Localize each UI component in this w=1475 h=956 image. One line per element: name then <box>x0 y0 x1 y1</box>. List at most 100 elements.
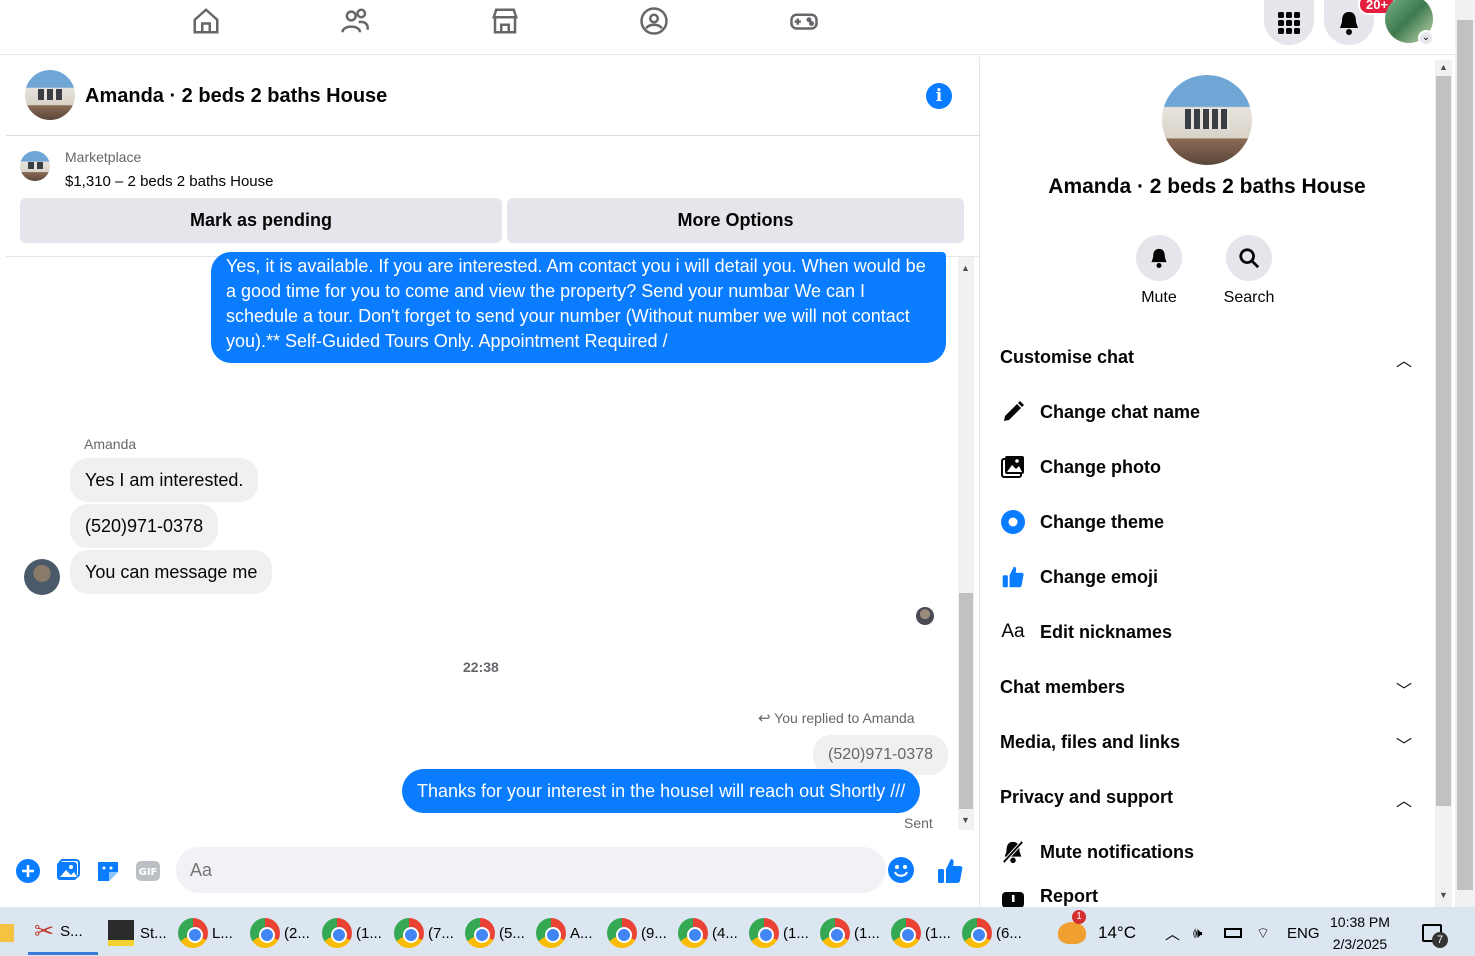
taskbar-chrome[interactable]: (5... <box>465 911 527 955</box>
language-indicator[interactable]: ENG <box>1287 911 1320 955</box>
scroll-down-icon[interactable]: ▼ <box>1439 890 1448 900</box>
taskbar-chrome[interactable]: A... <box>536 911 598 955</box>
edit-nicknames-item[interactable]: Aa Edit nicknames <box>1000 617 1172 647</box>
message-input[interactable] <box>176 847 886 893</box>
chat-title[interactable]: Amanda · 2 beds 2 baths House <box>85 85 387 108</box>
panel-avatar[interactable] <box>1162 75 1252 165</box>
seen-avatar <box>916 607 934 625</box>
taskbar-chrome[interactable]: (6... <box>962 911 1024 955</box>
taskbar-app-snipping[interactable]: ✂ S... <box>28 911 98 955</box>
taskbar-chrome[interactable]: (1... <box>891 911 953 955</box>
chat-avatar[interactable] <box>25 70 75 120</box>
scroll-up-icon[interactable]: ▲ <box>961 263 970 273</box>
wifi-icon[interactable]: ⌔ <box>1256 911 1270 955</box>
change-emoji-item[interactable]: Change emoji <box>1000 562 1158 592</box>
panel-scrollbar-thumb[interactable] <box>1436 76 1451 806</box>
gif-icon[interactable]: GIF <box>134 857 162 885</box>
home-icon[interactable] <box>189 4 223 38</box>
tray-chevron-icon[interactable]: ︿ <box>1165 911 1180 955</box>
search-icon <box>1239 248 1260 269</box>
clock[interactable]: 10:38 PM 2/3/2025 <box>1330 911 1390 955</box>
volume-icon[interactable]: 🕪 <box>1193 911 1202 955</box>
menu-grid-button[interactable] <box>1264 0 1314 45</box>
taskbar-chrome[interactable]: (1... <box>820 911 882 955</box>
mute-button[interactable] <box>1136 235 1182 281</box>
mute-notifications-item[interactable]: Mute notifications <box>1000 837 1194 867</box>
weather-badge: 1 <box>1072 910 1086 924</box>
sender-avatar[interactable] <box>24 559 60 595</box>
message-bubble-incoming[interactable]: (520)971-0378 <box>70 504 219 548</box>
chat-window: Amanda · 2 beds 2 baths House i Marketpl… <box>6 57 980 907</box>
friends-icon[interactable] <box>338 4 372 38</box>
reply-arrow-icon: ↩ <box>758 710 771 727</box>
taskbar-chrome[interactable]: (1... <box>749 911 811 955</box>
listing-thumbnail[interactable] <box>20 151 50 181</box>
message-bubble-outgoing[interactable]: Thanks for your interest in the houseI w… <box>402 769 921 813</box>
taskbar-chrome[interactable]: (2... <box>250 911 312 955</box>
scroll-up-icon[interactable]: ▲ <box>1439 62 1448 72</box>
section-customise-chat[interactable]: Customise chat <box>1000 347 1134 368</box>
notification-center-icon[interactable]: 7 <box>1422 911 1448 955</box>
chat-scrollbar-thumb[interactable] <box>959 593 973 809</box>
reply-note: ↩ You replied to Amanda <box>758 709 915 727</box>
chrome-icon <box>678 918 708 948</box>
gaming-icon[interactable] <box>787 4 821 38</box>
marketplace-icon[interactable] <box>488 4 522 38</box>
like-icon[interactable] <box>936 857 964 885</box>
chrome-icon <box>465 918 495 948</box>
scroll-down-icon[interactable]: ▼ <box>961 815 970 825</box>
file-explorer-icon[interactable] <box>0 911 22 955</box>
more-options-button[interactable]: More Options <box>507 198 964 243</box>
temperature: 14°C <box>1098 923 1136 942</box>
message-timestamp: 22:38 <box>463 659 499 675</box>
change-photo-item[interactable]: Change photo <box>1000 452 1161 482</box>
weather-widget[interactable]: 1 14°C <box>1058 910 1148 955</box>
mute-label: Mute <box>1141 289 1177 306</box>
chevron-down-icon[interactable]: ⌄ <box>1418 30 1434 46</box>
search-button[interactable] <box>1226 235 1272 281</box>
panel-chat-name: Amanda · 2 beds 2 baths House <box>1048 175 1366 198</box>
section-chat-members[interactable]: Chat members <box>1000 677 1125 698</box>
chrome-icon <box>178 918 208 948</box>
mark-pending-button[interactable]: Mark as pending <box>20 198 502 243</box>
report-label: Report <box>1040 885 1098 906</box>
chevron-up-icon[interactable]: ︿ <box>1396 347 1412 371</box>
taskbar-chrome[interactable]: L... <box>178 911 240 955</box>
listing-title[interactable]: $1,310 – 2 beds 2 baths House <box>65 173 274 190</box>
message-bubble-incoming[interactable]: Yes I am interested. <box>70 458 259 502</box>
search-label: Search <box>1223 289 1275 306</box>
message-bubble-outgoing[interactable]: Yes, it is available. If you are interes… <box>211 252 946 363</box>
bell-off-icon <box>1000 839 1026 865</box>
message-bubble-incoming[interactable]: You can message me <box>70 550 273 594</box>
section-media[interactable]: Media, files and links <box>1000 732 1180 753</box>
change-photo-label: Change photo <box>1040 456 1161 477</box>
info-icon[interactable]: i <box>926 83 952 109</box>
taskbar-app-sticky[interactable]: St... <box>106 911 168 955</box>
chevron-up-icon[interactable]: ︿ <box>1396 787 1412 811</box>
taskbar-chrome[interactable]: (1... <box>322 911 384 955</box>
taskbar-chrome[interactable]: (4... <box>678 911 740 955</box>
change-theme-item[interactable]: Change theme <box>1000 507 1164 537</box>
bell-icon <box>1340 11 1358 35</box>
weather-icon: 1 <box>1058 910 1086 944</box>
groups-icon[interactable] <box>637 4 671 38</box>
taskbar-chrome[interactable]: (9... <box>607 911 669 955</box>
photo-icon[interactable] <box>54 857 82 885</box>
sticker-icon[interactable] <box>94 857 122 885</box>
emoji-icon[interactable] <box>888 857 914 883</box>
mute-notifications-label: Mute notifications <box>1040 841 1194 862</box>
windows-taskbar: ✂ S... St... L... (2... (1... (7... (5...… <box>0 907 1475 956</box>
change-chat-name-label: Change chat name <box>1040 401 1201 422</box>
page-scrollbar-thumb[interactable] <box>1457 20 1473 890</box>
change-chat-name-item[interactable]: Change chat name <box>1000 397 1200 427</box>
chrome-icon <box>250 918 280 948</box>
chevron-down-icon[interactable]: ﹀ <box>1396 677 1412 701</box>
section-privacy-support[interactable]: Privacy and support <box>1000 787 1173 808</box>
taskbar-chrome[interactable]: (7... <box>394 911 456 955</box>
report-item[interactable]: Report <box>1000 881 1098 907</box>
theme-icon <box>1000 509 1026 535</box>
plus-icon[interactable] <box>14 857 42 885</box>
battery-icon[interactable] <box>1224 911 1242 955</box>
chevron-down-icon[interactable]: ﹀ <box>1396 732 1412 756</box>
chrome-icon <box>607 918 637 948</box>
